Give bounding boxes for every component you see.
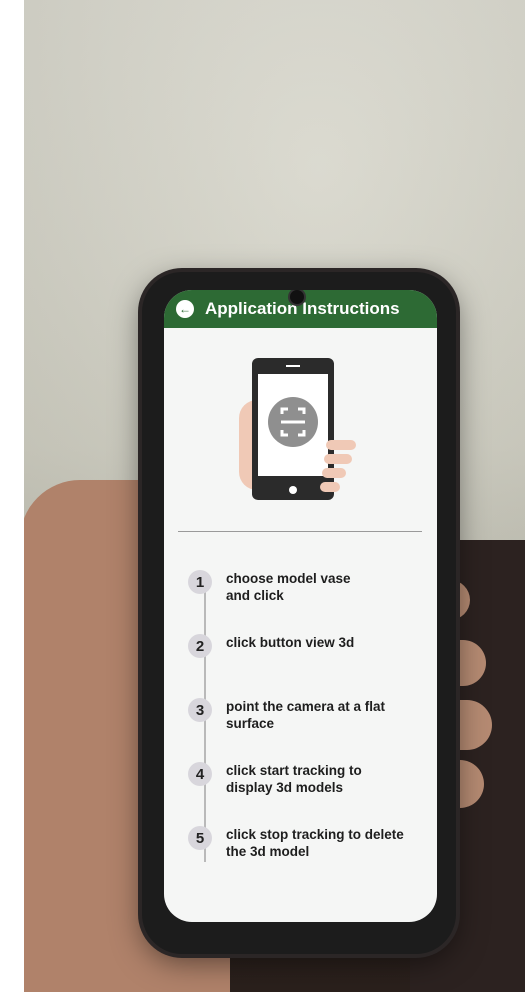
image-border-right bbox=[525, 0, 531, 992]
instruction-step: 3 point the camera at a flat surface bbox=[188, 698, 428, 732]
step-text: click stop tracking to delete the 3d mod… bbox=[226, 827, 404, 859]
step-number-badge: 4 bbox=[188, 762, 212, 786]
arrow-left-icon: ← bbox=[179, 302, 191, 316]
step-text: choose model vase and click bbox=[226, 571, 351, 603]
step-text: click start tracking to display 3d model… bbox=[226, 763, 362, 795]
scan-phone-illustration bbox=[239, 358, 356, 500]
home-button bbox=[289, 486, 297, 494]
step-number-badge: 2 bbox=[188, 634, 212, 658]
instruction-list: 1 choose model vase and click 2 click bu… bbox=[188, 570, 428, 860]
app-screen: ← Application Instructions 1 choose mode… bbox=[164, 290, 437, 922]
instruction-step: 4 click start tracking to display 3d mod… bbox=[188, 762, 428, 796]
step-number-badge: 3 bbox=[188, 698, 212, 722]
step-number-badge: 5 bbox=[188, 826, 212, 850]
speaker-line bbox=[286, 365, 300, 367]
divider bbox=[178, 531, 422, 532]
instruction-step: 1 choose model vase and click bbox=[188, 570, 428, 604]
back-button[interactable]: ← bbox=[176, 300, 194, 318]
step-text: point the camera at a flat surface bbox=[226, 699, 386, 731]
instruction-step: 5 click stop tracking to delete the 3d m… bbox=[188, 826, 428, 860]
image-border-left bbox=[0, 0, 24, 992]
step-number-badge: 1 bbox=[188, 570, 212, 594]
step-text: click button view 3d bbox=[226, 635, 355, 650]
instruction-step: 2 click button view 3d bbox=[188, 634, 428, 658]
